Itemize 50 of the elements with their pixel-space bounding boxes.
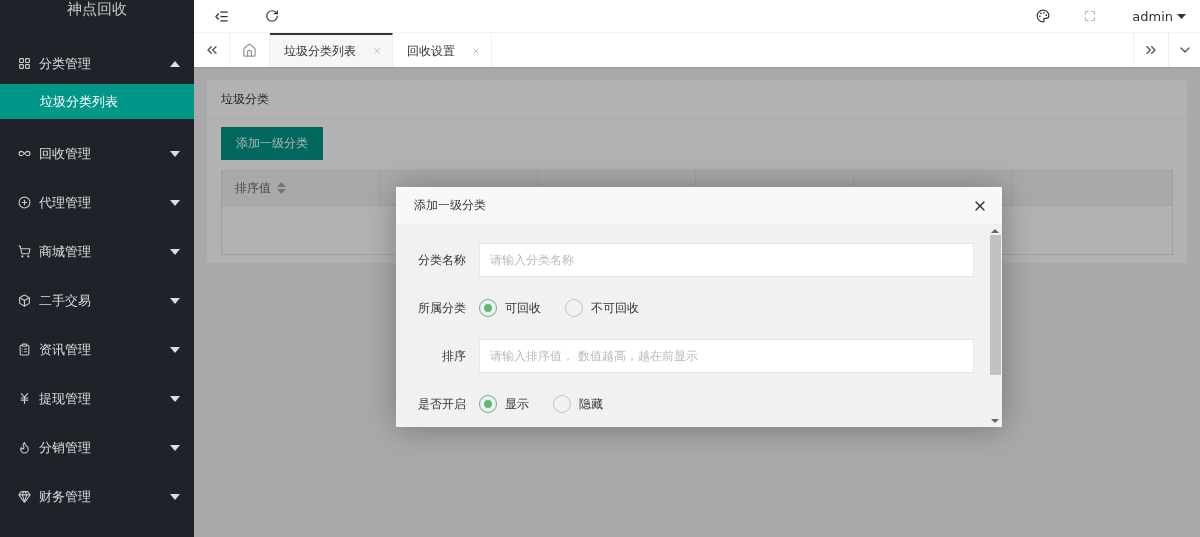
yen-icon [18,392,31,405]
scrollbar[interactable] [988,225,1002,427]
menu-icon[interactable] [214,8,229,24]
field-label: 是否开启 [417,395,467,413]
cart-icon [18,245,31,258]
app-logo: 神点回收 [66,0,128,20]
caret-down-icon [170,199,180,206]
input-field[interactable]: 请输入排序值， 数值越高，越在前显示 [479,339,974,373]
radio-option[interactable]: 不可回收 [565,299,639,317]
plus-circle-icon [18,196,31,209]
field-label: 排序 [441,347,467,365]
sidebar-subitem[interactable]: 垃圾分类列表 [0,84,194,119]
fullscreen-icon[interactable] [1084,10,1097,22]
grid-icon [18,57,31,70]
caret-down-icon [170,444,180,451]
caret-down-icon [170,297,180,304]
sidebar-item[interactable]: 提现管理 [0,374,194,423]
field-label: 分类名称 [417,251,467,269]
palette-icon[interactable] [1036,9,1051,23]
tab[interactable]: 回收设置 [393,33,492,67]
sidebar-item[interactable]: 商城管理 [0,227,194,276]
sidebar-item[interactable]: 代理管理 [0,178,194,227]
sidebar-item[interactable]: 分销管理 [0,423,194,472]
tab[interactable]: 垃圾分类列表 [270,33,393,67]
radio-option[interactable]: 隐藏 [553,395,603,413]
caret-down-icon [170,150,180,157]
caret-down-icon [170,493,180,500]
sidebar-item[interactable]: 二手交易 [0,276,194,325]
field-label: 所属分类 [417,299,467,317]
home-icon[interactable] [242,42,257,58]
caret-down-icon [170,248,180,255]
caret-down-icon [170,395,180,402]
gem-icon [18,490,31,503]
dialog-title: 添加一级分类 [414,197,486,214]
input-field[interactable]: 请输入分类名称 [479,243,974,277]
card-title: 垃圾分类 [221,91,269,108]
caret-down-icon[interactable] [1177,13,1186,19]
sidebar-item[interactable]: 回收管理 [0,129,194,178]
radio-option[interactable]: 显示 [479,395,529,413]
refresh-icon[interactable] [265,9,279,23]
caret-down-icon [170,346,180,353]
user-menu[interactable]: admin [1132,8,1186,24]
sidebar-item[interactable]: 财务管理 [0,472,194,521]
cube-icon [18,294,31,307]
caret-up-icon [170,60,180,67]
radio-option[interactable]: 可回收 [479,299,541,317]
clipboard-icon [18,343,31,356]
flame-icon [18,441,31,454]
column-header[interactable]: 排序值 [222,171,380,205]
sidebar-item[interactable]: 资讯管理 [0,325,194,374]
